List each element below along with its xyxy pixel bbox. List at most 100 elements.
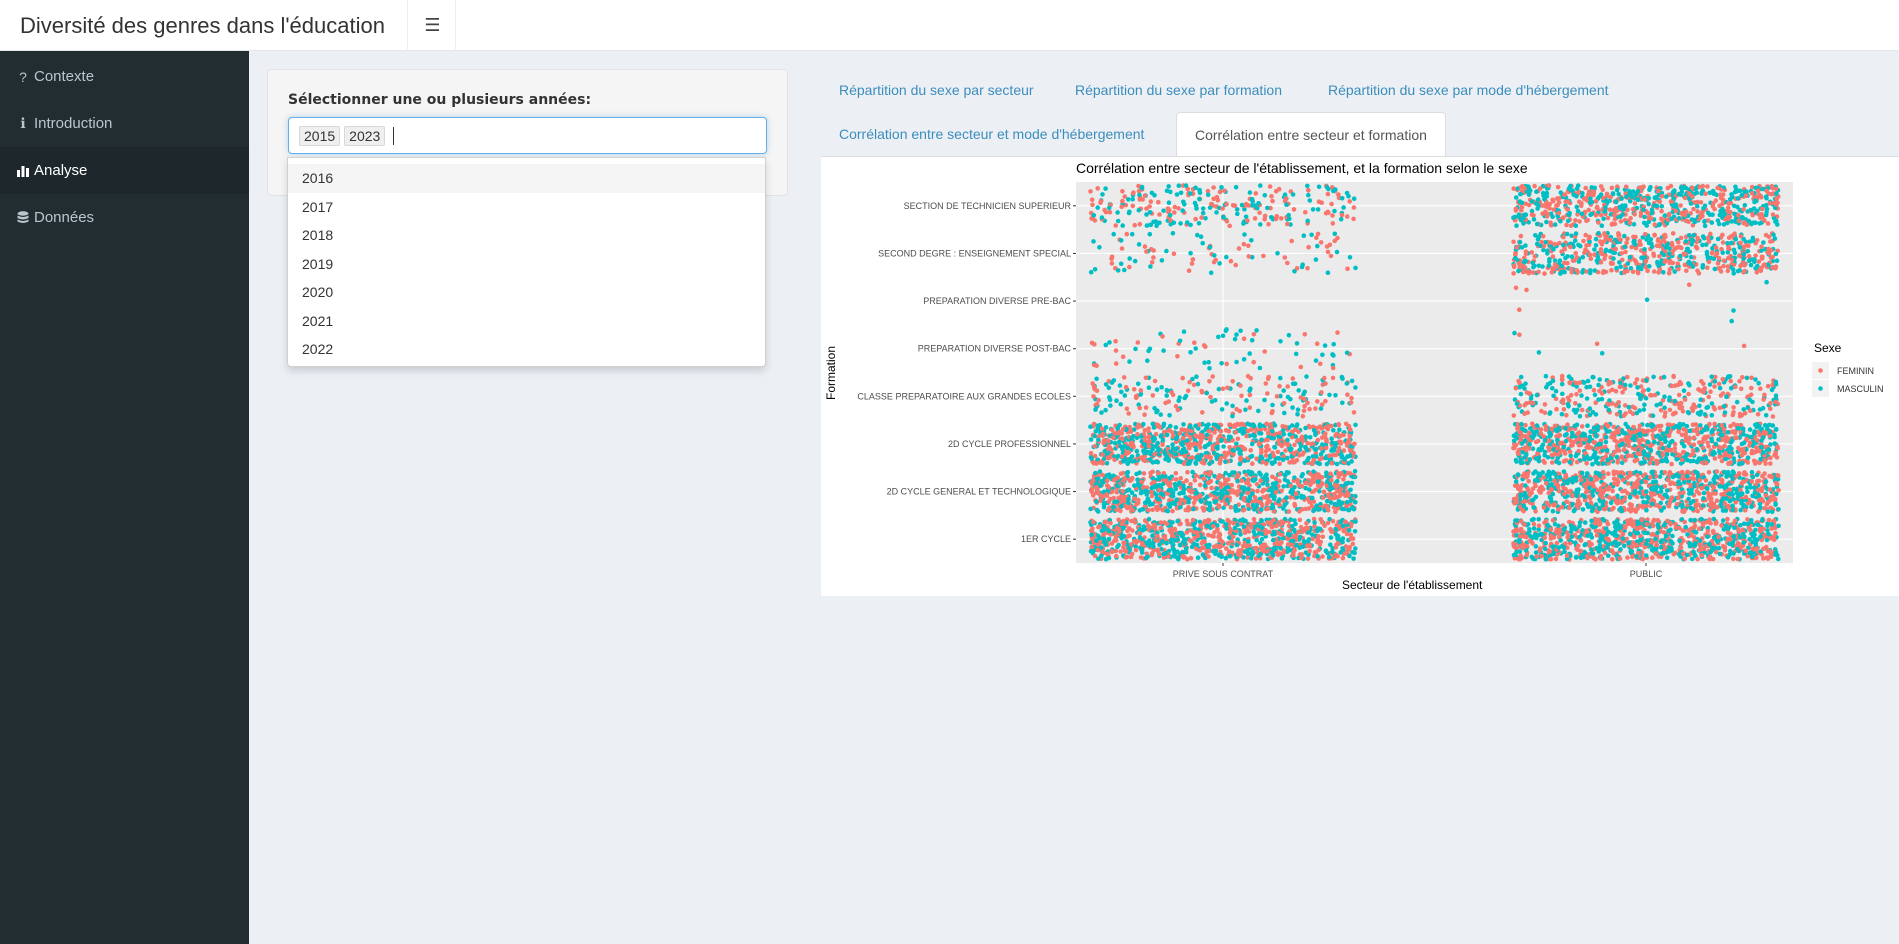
data-point xyxy=(1216,424,1221,430)
data-point xyxy=(1279,532,1285,538)
data-point xyxy=(1206,532,1211,538)
dropdown-option[interactable]: 2017 xyxy=(288,193,765,222)
dropdown-option[interactable]: 2021 xyxy=(288,307,765,336)
data-point xyxy=(1167,475,1172,481)
data-point xyxy=(1227,530,1233,536)
data-point xyxy=(1254,537,1259,543)
data-point xyxy=(1341,477,1346,482)
data-point xyxy=(1333,526,1338,532)
data-point xyxy=(1190,257,1196,262)
data-point xyxy=(1618,525,1623,530)
data-point xyxy=(1708,498,1714,504)
data-point xyxy=(1710,528,1716,534)
data-point xyxy=(1181,199,1186,205)
data-point xyxy=(1626,540,1631,546)
dropdown-option[interactable]: 2018 xyxy=(288,221,765,250)
data-point xyxy=(1197,196,1202,202)
data-point xyxy=(1516,556,1522,562)
data-point xyxy=(1098,498,1103,504)
data-point xyxy=(1157,482,1162,488)
dropdown-option[interactable]: 2022 xyxy=(288,335,765,364)
data-point xyxy=(1241,507,1247,513)
app-title: Diversité des genres dans l'éducation xyxy=(0,0,408,51)
data-point xyxy=(1311,508,1316,514)
data-point xyxy=(1720,544,1726,549)
sidebar-item-contexte[interactable]: ? Contexte xyxy=(0,53,249,100)
data-point xyxy=(1230,413,1235,419)
data-point xyxy=(1107,340,1112,345)
data-point xyxy=(1139,550,1145,555)
tab-correlation-secteur-formation[interactable]: Corrélation entre secteur et formation xyxy=(1176,112,1446,157)
data-point xyxy=(1655,530,1660,535)
data-point xyxy=(1220,539,1225,544)
sidebar-item-analyse[interactable]: Analyse xyxy=(0,147,249,194)
data-point xyxy=(1659,540,1664,545)
data-point xyxy=(1666,528,1671,534)
data-point xyxy=(1237,461,1243,467)
year-select-input[interactable]: 2015 2023 xyxy=(288,117,767,154)
tab-repartition-hebergement[interactable]: Répartition du sexe par mode d'hébergeme… xyxy=(1328,82,1609,98)
data-point xyxy=(1334,522,1340,528)
data-point xyxy=(1336,422,1342,428)
selected-year-chip[interactable]: 2015 xyxy=(299,125,341,146)
data-point xyxy=(1293,521,1298,527)
dropdown-option[interactable]: 2020 xyxy=(288,278,765,307)
data-point xyxy=(1213,551,1218,556)
data-point xyxy=(1315,554,1320,559)
data-point xyxy=(1167,413,1172,418)
data-point xyxy=(1119,246,1125,251)
sidebar-toggle-button[interactable]: ☰ xyxy=(410,0,456,51)
tab-repartition-secteur[interactable]: Répartition du sexe par secteur xyxy=(839,82,1034,98)
data-point xyxy=(1293,351,1299,357)
data-point xyxy=(1164,432,1170,438)
data-point xyxy=(1192,541,1197,547)
tab-correlation-secteur-hebergement[interactable]: Corrélation entre secteur et mode d'hébe… xyxy=(839,126,1144,142)
data-point xyxy=(1183,507,1188,513)
data-point xyxy=(1111,231,1116,237)
data-point xyxy=(1161,348,1166,353)
data-point xyxy=(1262,193,1268,198)
data-point xyxy=(1330,365,1336,371)
data-point xyxy=(1611,476,1617,482)
data-point xyxy=(1277,461,1282,467)
year-filter-label: Sélectionner une ou plusieurs années: xyxy=(288,92,592,108)
data-point xyxy=(1756,509,1761,514)
data-point xyxy=(1196,442,1201,447)
data-point xyxy=(1650,501,1655,507)
data-point xyxy=(1766,517,1772,523)
data-point xyxy=(1149,489,1154,495)
data-point xyxy=(1252,532,1258,537)
selected-year-chip[interactable]: 2023 xyxy=(344,125,386,146)
tab-repartition-formation[interactable]: Répartition du sexe par formation xyxy=(1075,82,1282,98)
data-point xyxy=(1659,551,1664,556)
data-point xyxy=(1183,183,1189,188)
sidebar-item-introduction[interactable]: ℹ Introduction xyxy=(0,100,249,147)
data-point xyxy=(1195,456,1200,462)
data-point xyxy=(1169,390,1174,395)
data-point xyxy=(1333,545,1339,550)
data-point xyxy=(1570,501,1575,507)
dropdown-option[interactable]: 2016 xyxy=(288,164,765,193)
data-point xyxy=(1096,437,1101,443)
data-point xyxy=(1096,533,1101,539)
data-point xyxy=(1331,353,1336,358)
data-point xyxy=(1767,549,1772,554)
data-point xyxy=(1605,521,1611,527)
data-point xyxy=(1109,541,1115,546)
sidebar-item-donnees[interactable]: Données xyxy=(0,194,249,241)
data-point xyxy=(1114,490,1120,495)
data-point xyxy=(1693,530,1699,535)
data-point xyxy=(1129,231,1135,237)
data-point xyxy=(1676,495,1681,501)
data-point xyxy=(1339,374,1345,380)
data-point xyxy=(1676,551,1682,557)
data-point xyxy=(1136,207,1142,213)
data-point xyxy=(1219,407,1225,412)
data-point xyxy=(1233,508,1239,514)
dropdown-option[interactable]: 2019 xyxy=(288,250,765,279)
data-point xyxy=(1316,534,1321,539)
data-point xyxy=(1269,550,1274,555)
data-point xyxy=(1331,428,1336,433)
data-point xyxy=(1152,522,1157,528)
data-point xyxy=(1574,493,1579,499)
